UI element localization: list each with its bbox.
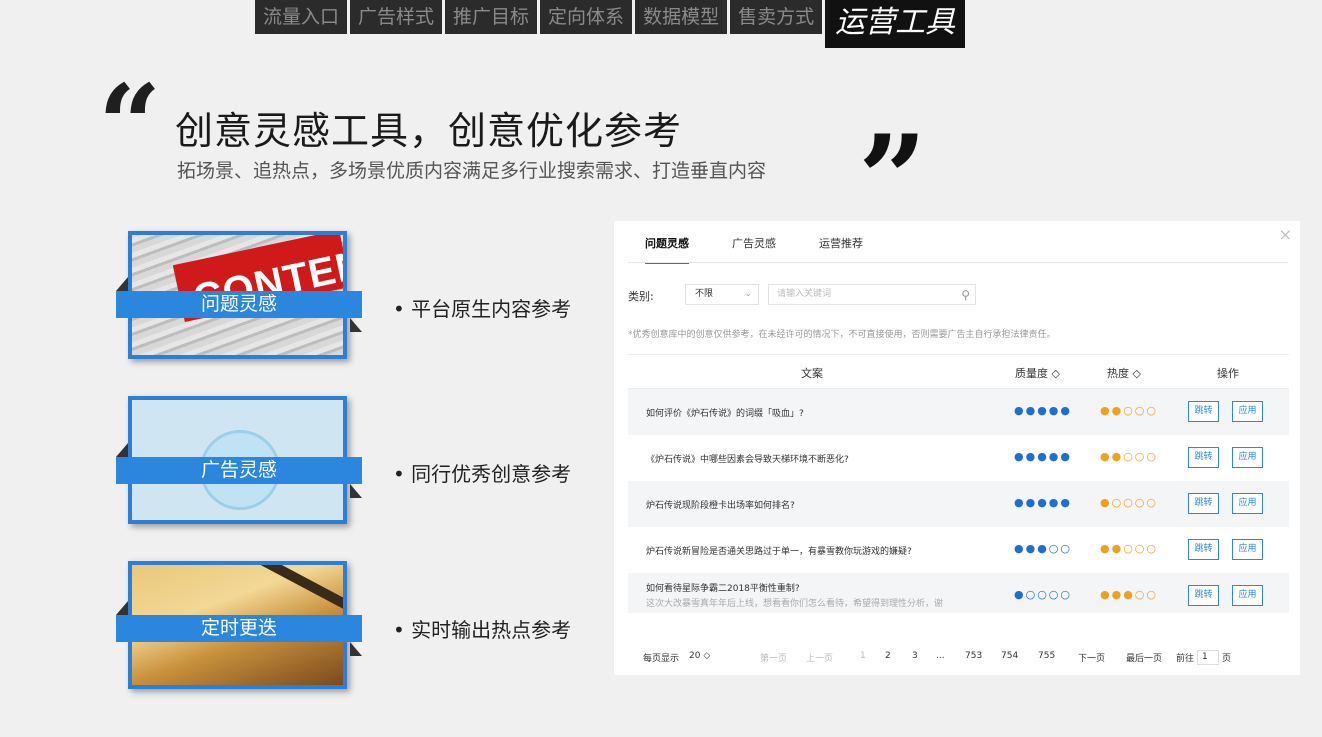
jump-button[interactable]: 跳转	[1188, 401, 1219, 422]
page-1-link[interactable]: 1	[860, 651, 866, 661]
chevron-down-icon: ⌄	[744, 289, 752, 299]
last-page-link[interactable]: 最后一页	[1126, 651, 1162, 664]
prev-page-link[interactable]: 上一页	[806, 651, 833, 664]
apply-button[interactable]: 应用	[1232, 539, 1263, 560]
page-753-link[interactable]: 753	[965, 651, 982, 661]
open-quote-icon: “	[98, 60, 162, 189]
goto-page: 前往 1 页	[1176, 649, 1232, 665]
table-row: 炉石传说新冒险是否通关思路过于单一，有暴雪教你玩游戏的嫌疑? ●●●○○ ●●○…	[628, 527, 1289, 573]
nav-tab-promo-goal[interactable]: 推广目标	[445, 0, 538, 34]
row-text: 《炉石传说》中哪些因素会导致天梯环境不断恶化?	[646, 455, 849, 465]
close-icon[interactable]: ×	[1279, 225, 1292, 244]
col-heat[interactable]: 热度 ◇	[1107, 365, 1141, 381]
row-text: 如何评价《炉石传说》的词缀「吸血」?	[646, 409, 804, 419]
nav-tab-ops-tools[interactable]: 运营工具	[825, 0, 966, 48]
quality-rating: ●●●○○	[1014, 542, 1072, 555]
search-input[interactable]: 请输入关键词 ⚲	[768, 284, 976, 305]
heat-rating: ●○○○○	[1100, 496, 1158, 509]
apply-button[interactable]: 应用	[1232, 447, 1263, 468]
heat-rating: ●●●○○	[1100, 588, 1158, 601]
page-subtitle: 拓场景、追热点，多场景优质内容满足多行业搜索需求、打造垂直内容	[177, 160, 767, 182]
quality-rating: ●●●●●	[1014, 404, 1072, 417]
quality-rating: ●●●●●	[1014, 450, 1072, 463]
panel-tabs: 问题灵感 广告灵感 运营推荐	[645, 235, 906, 264]
page-title: 创意灵感工具，创意优化参考	[175, 109, 683, 153]
nav-tab-targeting[interactable]: 定向体系	[540, 0, 633, 34]
table-row: 《炉石传说》中哪些因素会导致天梯环境不断恶化? ●●●●● ●●○○○ 跳转 应…	[628, 435, 1289, 481]
nav-tab-sales-method[interactable]: 售卖方式	[730, 0, 823, 34]
heat-rating: ●●○○○	[1100, 450, 1158, 463]
feature-ribbon-question: 问题灵感	[116, 277, 362, 332]
next-page-link[interactable]: 下一页	[1078, 651, 1105, 664]
legal-notice: *优秀创意库中的创意仅供参考，在未经许可的情况下，不可直接使用，否则需要广告主自…	[628, 330, 1056, 340]
col-quality[interactable]: 质量度 ◇	[1015, 365, 1060, 381]
inspiration-panel: × 问题灵感 广告灵感 运营推荐 类别: 不限 ⌄ 请输入关键词 ⚲ *优秀创意…	[614, 221, 1300, 675]
jump-button[interactable]: 跳转	[1188, 585, 1219, 606]
table-row: 如何评价《炉石传说》的词缀「吸血」? ●●●●● ●●○○○ 跳转 应用	[628, 389, 1289, 435]
top-nav: 流量入口 广告样式 推广目标 定向体系 数据模型 售卖方式 运营工具	[255, 0, 968, 48]
category-select[interactable]: 不限 ⌄	[685, 284, 759, 305]
jump-button[interactable]: 跳转	[1188, 493, 1219, 514]
page-755-link[interactable]: 755	[1038, 651, 1055, 661]
first-page-link[interactable]: 第一页	[760, 651, 787, 664]
apply-button[interactable]: 应用	[1232, 585, 1263, 606]
row-text: 炉石传说现阶段橙卡出场率如何排名?	[646, 501, 795, 511]
per-page-label: 每页显示	[643, 654, 680, 664]
category-label: 类别:	[628, 290, 654, 303]
apply-button[interactable]: 应用	[1232, 493, 1263, 514]
heat-rating: ●●○○○	[1100, 542, 1158, 555]
table-header: 文案 质量度 ◇ 热度 ◇ 操作	[628, 354, 1289, 389]
quality-rating: ●○○○○	[1014, 588, 1072, 601]
page-3-link[interactable]: 3	[912, 651, 918, 661]
page-ellipsis: ...	[936, 651, 945, 661]
nav-tab-ad-style[interactable]: 广告样式	[350, 0, 443, 34]
col-ops: 操作	[1217, 367, 1239, 380]
nav-tab-traffic-entry[interactable]: 流量入口	[255, 0, 348, 34]
apply-button[interactable]: 应用	[1232, 401, 1263, 422]
feature-bullet-2: • 同行优秀创意参考	[393, 462, 572, 486]
per-page-select[interactable]: 20 ◇	[689, 651, 710, 661]
page-754-link[interactable]: 754	[1001, 651, 1018, 661]
tab-ad-inspiration[interactable]: 广告灵感	[732, 235, 776, 264]
tab-divider	[628, 262, 1288, 263]
tab-ops-recommend[interactable]: 运营推荐	[819, 235, 863, 264]
feature-bullet-3: • 实时输出热点参考	[393, 618, 572, 642]
table-row: 炉石传说现阶段橙卡出场率如何排名? ●●●●● ●○○○○ 跳转 应用	[628, 481, 1289, 527]
goto-page-input[interactable]: 1	[1197, 649, 1220, 665]
heat-rating: ●●○○○	[1100, 404, 1158, 417]
quality-rating: ●●●●●	[1014, 496, 1072, 509]
search-icon[interactable]: ⚲	[961, 286, 970, 305]
jump-button[interactable]: 跳转	[1188, 447, 1219, 468]
feature-bullet-1: • 平台原生内容参考	[393, 297, 572, 321]
table-row: 如何看待星际争霸二2018平衡性重制? 这次大改暴雪真年年后上线，想看看你们怎么…	[628, 573, 1289, 613]
page-2-link[interactable]: 2	[885, 651, 891, 661]
nav-tab-data-model[interactable]: 数据模型	[635, 0, 728, 34]
tab-question-inspiration[interactable]: 问题灵感	[645, 235, 689, 264]
col-text: 文案	[801, 367, 823, 380]
row-subtext: 这次大改暴雪真年年后上线，想看看你们怎么看待，希望得到理性分析，谢	[646, 599, 944, 608]
row-text: 如何看待星际争霸二2018平衡性重制?	[646, 584, 800, 594]
jump-button[interactable]: 跳转	[1188, 539, 1219, 560]
table-body: 如何评价《炉石传说》的词缀「吸血」? ●●●●● ●●○○○ 跳转 应用 《炉石…	[628, 389, 1289, 613]
feature-ribbon-update: 定时更迭	[116, 601, 362, 656]
row-text: 炉石传说新冒险是否通关思路过于单一，有暴雪教你玩游戏的嫌疑?	[646, 547, 912, 557]
feature-ribbon-ad: 广告灵感	[116, 443, 362, 498]
